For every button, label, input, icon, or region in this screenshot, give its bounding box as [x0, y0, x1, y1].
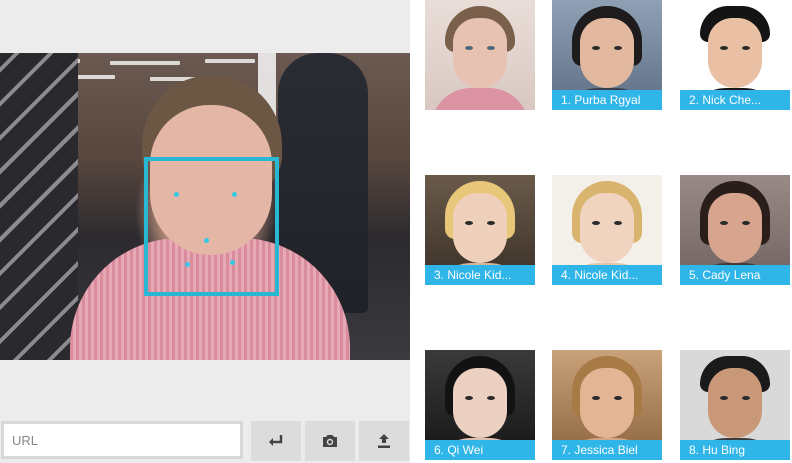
camera-icon: [323, 435, 337, 447]
match-label: 8. Hu Bing: [680, 440, 790, 460]
query-face-thumbnail: [425, 0, 535, 110]
match-label: 6. Qi Wei: [425, 440, 535, 460]
match-label: 4. Nicole Kid...: [552, 265, 662, 285]
match-label: 5. Cady Lena: [680, 265, 790, 285]
match-tile[interactable]: 4. Nicole Kid...: [552, 175, 662, 285]
camera-panel: [0, 0, 410, 463]
background-person-left: [0, 53, 78, 360]
match-label: 2. Nick Che...: [680, 90, 790, 110]
face-detection-box: [144, 157, 279, 296]
upload-icon: [378, 434, 390, 448]
mouth-right-landmark: [230, 260, 235, 265]
webcam-feed: [0, 53, 410, 360]
match-tile[interactable]: 1. Purba Rgyal: [552, 0, 662, 110]
match-label: 7. Jessica Biel: [552, 440, 662, 460]
nose-landmark: [204, 238, 209, 243]
match-tile[interactable]: 8. Hu Bing: [680, 350, 790, 460]
match-tile[interactable]: 2. Nick Che...: [680, 0, 790, 110]
url-input[interactable]: [1, 421, 243, 459]
match-tile[interactable]: 3. Nicole Kid...: [425, 175, 535, 285]
match-label: 3. Nicole Kid...: [425, 265, 535, 285]
submit-url-button[interactable]: [251, 421, 301, 461]
return-arrow-icon: [269, 435, 283, 446]
camera-button[interactable]: [305, 421, 355, 461]
right-eye-landmark: [232, 192, 237, 197]
match-tile[interactable]: 7. Jessica Biel: [552, 350, 662, 460]
mouth-left-landmark: [185, 262, 190, 267]
match-tile[interactable]: 6. Qi Wei: [425, 350, 535, 460]
left-eye-landmark: [174, 192, 179, 197]
match-label: 1. Purba Rgyal: [552, 90, 662, 110]
match-tile[interactable]: 5. Cady Lena: [680, 175, 790, 285]
upload-button[interactable]: [359, 421, 409, 461]
